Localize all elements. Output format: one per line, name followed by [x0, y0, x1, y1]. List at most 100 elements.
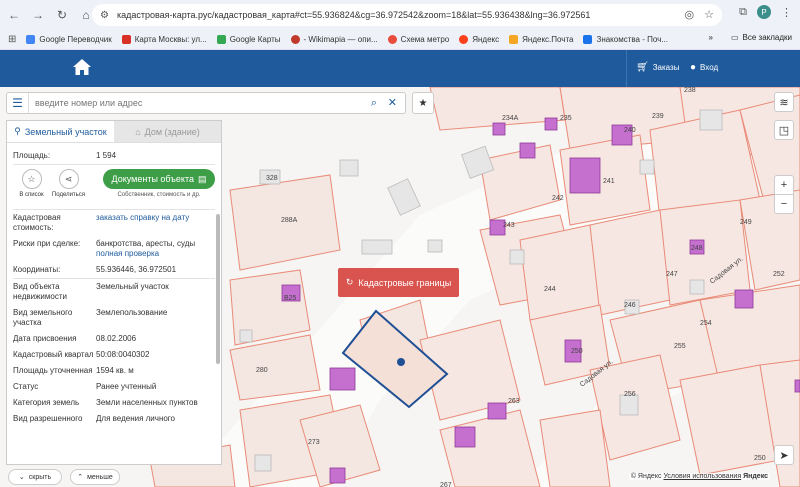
bookmark-item[interactable]: Google Переводчик [26, 35, 112, 44]
panel-scrollbar[interactable] [216, 214, 220, 364]
document-icon: ▤ [197, 173, 207, 184]
google-maps-icon [216, 35, 226, 44]
refresh-icon: ↻ [345, 277, 354, 287]
house-icon: ⌂ [135, 126, 141, 137]
parcel-label: 241 [603, 178, 615, 185]
reload-icon[interactable]: ↻ [52, 5, 72, 25]
bookmark-item[interactable]: Google Карты [216, 35, 281, 44]
parcel-label: 288А [281, 217, 298, 224]
tab-house[interactable]: ⌂ Дом (здание) [114, 121, 221, 142]
layers-button[interactable]: ≋ [774, 92, 794, 112]
yandex-brand: Яндекс [743, 473, 768, 480]
site-header: 🛒︎ Заказы ● Вход [0, 50, 800, 87]
chevron-down-icon: ⌄ [18, 474, 25, 481]
parcel-label: 267 [440, 482, 452, 487]
bookmark-item[interactable]: - Wikimapia — опи... [290, 35, 378, 44]
category-row: Категория земель Земли населенных пункто… [13, 398, 198, 407]
yandex-icon [459, 35, 469, 44]
header-divider [626, 50, 627, 87]
risks-row: Риски при сделке: банкротства, аресты, с… [13, 239, 196, 258]
translate-icon [26, 35, 36, 44]
apps-icon[interactable]: ⊞ [8, 34, 16, 45]
forward-icon[interactable]: → [28, 5, 48, 25]
extensions-icon[interactable]: ⧉ [739, 6, 747, 19]
mail-icon [509, 35, 519, 44]
less-button[interactable]: ⌃ меньше [70, 469, 120, 485]
map-pin-icon [121, 35, 131, 44]
layers-icon: ≋ [779, 96, 789, 109]
cadastral-borders-button[interactable]: ↻ Кадастровые границы [338, 268, 459, 297]
bookmark-item[interactable]: Схема метро [387, 35, 449, 44]
minus-icon: − [780, 198, 788, 210]
menu-icon[interactable]: ☰ [7, 93, 29, 113]
bookmark-item[interactable]: Яндекс [459, 35, 499, 44]
tab-land[interactable]: ⚲ Земельный участок [7, 121, 114, 142]
metro-icon [387, 35, 397, 44]
login-link[interactable]: ● Вход [690, 62, 718, 73]
parcel-label: 280 [256, 367, 268, 374]
parcel-label: 239 [652, 113, 664, 120]
add-to-list-button[interactable]: ☆ В список [13, 169, 50, 198]
parcel-label: 244 [544, 286, 556, 293]
chevron-double-icon[interactable]: » [709, 33, 713, 42]
bookmark-item[interactable]: Яндекс.Почта [509, 35, 573, 44]
more-menu-icon[interactable]: ⋮ [781, 6, 792, 19]
ruler-icon: ◳ [778, 124, 790, 137]
close-icon[interactable]: ✕ [388, 96, 397, 109]
home-icon[interactable] [72, 58, 92, 76]
address-bar[interactable]: ⚙ кадастровая-карта.рус/кадастровая_карт… [92, 4, 722, 26]
area-row: Площадь: 1 594 [13, 151, 117, 160]
back-icon[interactable]: ← [4, 5, 24, 25]
parcel-label: 234А [502, 115, 519, 122]
order-certificate-link[interactable]: заказать справку на дату [96, 213, 189, 222]
parcel-label: 249 [740, 219, 752, 226]
ruler-button[interactable]: ◳ [774, 120, 794, 140]
bookmark-star-icon[interactable]: ☆ [704, 8, 714, 21]
parcel-label: 250 [571, 348, 583, 355]
eye-off-icon[interactable]: ◎ [685, 8, 695, 21]
terms-link[interactable]: Условия использования [663, 473, 741, 480]
parcel-label: 254 [700, 320, 712, 327]
bookmark-item[interactable]: Знакомства - Поч... [583, 35, 668, 44]
hide-panel-button[interactable]: ⌄ скрыть [8, 469, 62, 485]
cad-cost-row: Кадастровая стоимость: заказать справку … [13, 213, 190, 232]
parcel-label: 247 [666, 271, 678, 278]
share-button[interactable]: ⋖ Поделиться [50, 169, 87, 198]
parcel-label: 243 [503, 222, 515, 229]
chevron-up-icon: ⌃ [77, 474, 84, 481]
pin-icon: ⚲ [14, 126, 21, 136]
star-outline-icon: ☆ [21, 169, 42, 189]
plus-icon: + [780, 179, 788, 191]
parcel-label: 263 [508, 398, 520, 405]
dating-icon [583, 35, 593, 44]
search-icon[interactable]: ⌕ [371, 97, 377, 110]
folder-icon: ▭ [730, 33, 739, 42]
all-bookmarks[interactable]: Все закладки [743, 33, 792, 42]
favorites-button[interactable]: ★ [412, 92, 434, 114]
map-attribution: © Яндекс Условия использования Яндекс [628, 473, 770, 480]
precise-area-row: Площадь уточненная 1594 кв. м [13, 366, 134, 375]
zoom-in-button[interactable]: + [774, 175, 794, 195]
parcel-label: 255 [674, 343, 686, 350]
site-settings-icon[interactable]: ⚙ [100, 10, 109, 21]
zoom-out-button[interactable]: − [774, 194, 794, 214]
parcel-label: В25 [284, 295, 297, 302]
parcel-label: 235 [560, 115, 572, 122]
avatar[interactable]: P [757, 5, 771, 19]
parcel-label: 250 [754, 455, 766, 462]
bookmark-item[interactable]: Карта Москвы: ул... [121, 35, 207, 44]
object-type-row: Вид объекта недвижимости Земельный участ… [13, 282, 169, 301]
parcel-label: 240 [624, 127, 636, 134]
orders-link[interactable]: 🛒︎ Заказы [636, 62, 679, 73]
user-icon: ● [690, 62, 697, 73]
wikimapia-icon [290, 35, 300, 44]
geolocation-button[interactable]: ➤ [774, 445, 794, 465]
documents-button[interactable]: Документы объекта ▤ [103, 169, 215, 189]
quarter-row: Кадастровый квартал 50:08:0040302 [13, 350, 150, 359]
full-check-link[interactable]: полная проверка [96, 249, 159, 258]
date-row: Дата присвоения 08.02.2006 [13, 334, 137, 343]
url-text: кадастровая-карта.рус/кадастровая_карта#… [116, 10, 591, 20]
parcel-label: 246 [624, 302, 636, 309]
search-input[interactable] [35, 98, 355, 108]
search-bar: ☰ ⌕ ✕ [6, 92, 406, 114]
